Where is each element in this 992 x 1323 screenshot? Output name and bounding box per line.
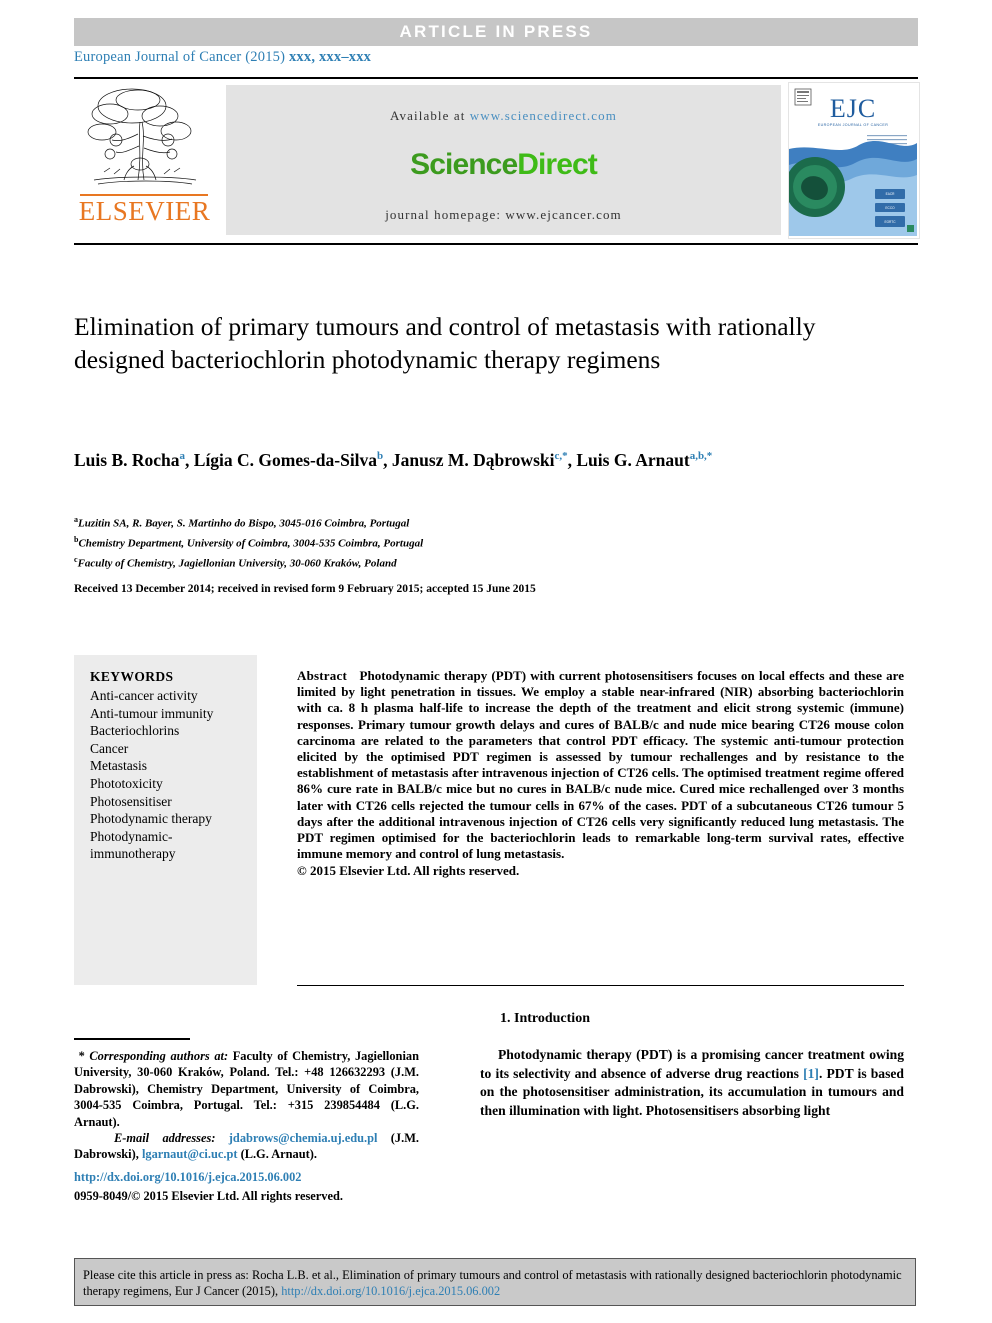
masthead: ELSEVIER Available at www.sciencedirect.…: [74, 82, 920, 239]
sciencedirect-logo: ScienceDirect: [226, 148, 781, 182]
author-affiliation-marks: a,b,*: [689, 450, 713, 463]
email-link-arnaut[interactable]: lgarnaut@ci.uc.pt: [142, 1147, 238, 1161]
page-title: Elimination of primary tumours and contr…: [74, 312, 816, 374]
svg-text:EUROPEAN JOURNAL OF CANCER: EUROPEAN JOURNAL OF CANCER: [818, 123, 888, 127]
affiliation-item: bChemistry Department, University of Coi…: [74, 532, 674, 552]
email-link-dabrowski[interactable]: jdabrows@chemia.uj.edu.pl: [229, 1131, 378, 1145]
svg-text:EACR: EACR: [886, 192, 896, 196]
author-name[interactable]: Janusz M. Dąbrowski: [392, 450, 555, 470]
article-history: Received 13 December 2014; received in r…: [74, 583, 536, 595]
issn-copyright-line: 0959-8049/© 2015 Elsevier Ltd. All right…: [74, 1189, 343, 1203]
email-owner-arnaut: (L.G. Arnaut).: [237, 1147, 317, 1162]
available-at-label: Available at: [390, 108, 466, 123]
keyword-item: Anti-tumour immunity: [90, 705, 214, 721]
section-heading-introduction: 1. Introduction: [500, 1011, 590, 1026]
sciencedirect-logo-direct: Direct: [517, 148, 598, 181]
journal-volume-pages: xxx, xxx–xxx: [288, 49, 372, 65]
sciencedirect-url[interactable]: www.sciencedirect.com: [470, 108, 617, 123]
abstract-body: Photodynamic therapy (PDT) with current …: [297, 668, 904, 862]
keyword-item: Photodynamic-: [90, 828, 173, 844]
svg-text:EJC: EJC: [830, 94, 876, 123]
introduction-paragraph: Photodynamic therapy (PDT) is a promisin…: [480, 1046, 904, 1120]
journal-cover-art: EJC EUROPEAN JOURNAL OF CANCER EACR ECCO…: [789, 83, 917, 236]
keyword-item: Metastasis: [90, 758, 147, 774]
keywords-panel: KEYWORDS Anti-cancer activity Anti-tumou…: [74, 655, 257, 985]
available-at-line: Available at www.sciencedirect.com: [226, 108, 781, 124]
affiliation-item: aLuzitin SA, R. Bayer, S. Martinho do Bi…: [74, 512, 674, 532]
masthead-bottom-rule: [74, 243, 918, 245]
elsevier-wordmark: ELSEVIER: [78, 196, 211, 226]
corresponding-author-footnote: * Corresponding authors at: Faculty of C…: [74, 1048, 419, 1163]
keyword-item: Bacteriochlorins: [90, 723, 180, 739]
article-first-page: ARTICLE IN PRESS European Journal of Can…: [0, 0, 992, 1323]
citation-notice-box: Please cite this article in press as: Ro…: [74, 1258, 916, 1306]
doi-link[interactable]: http://dx.doi.org/10.1016/j.ejca.2015.06…: [74, 1170, 474, 1185]
elsevier-tree-icon: [87, 88, 197, 185]
journal-cover-thumbnail: EJC EUROPEAN JOURNAL OF CANCER EACR ECCO…: [788, 82, 920, 239]
svg-text:EORTC: EORTC: [884, 220, 896, 224]
journal-name: European Journal of Cancer (2015): [74, 49, 286, 65]
citation-notice-text: Please cite this article in press as: Ro…: [83, 1267, 907, 1299]
journal-reference-line: European Journal of Cancer (2015) xxx, x…: [74, 49, 918, 66]
keyword-item: Photodynamic therapy: [90, 811, 212, 827]
affiliation-text: Chemistry Department, University of Coim…: [78, 537, 424, 550]
affiliation-list: aLuzitin SA, R. Bayer, S. Martinho do Bi…: [74, 512, 674, 572]
keywords-heading: KEYWORDS: [90, 669, 174, 684]
keyword-item: Anti-cancer activity: [90, 688, 198, 703]
author-name[interactable]: Lígia C. Gomes-da-Silva: [194, 450, 377, 470]
affiliation-item: cFaculty of Chemistry, Jagiellonian Univ…: [74, 552, 674, 572]
affiliation-text: Luzitin SA, R. Bayer, S. Martinho do Bis…: [78, 517, 410, 530]
abstract-section: Abstract Photodynamic therapy (PDT) with…: [297, 668, 904, 880]
author-affiliation-marks: a: [179, 450, 186, 463]
elsevier-logo: ELSEVIER: [74, 82, 215, 237]
affiliation-text: Faculty of Chemistry, Jagiellonian Unive…: [77, 557, 397, 570]
column-divider: [297, 985, 904, 986]
journal-homepage-url[interactable]: www.ejcancer.com: [505, 207, 621, 222]
author-affiliation-marks: c,*: [554, 450, 568, 463]
citation-reference-1[interactable]: [1]: [803, 1066, 819, 1081]
author-name[interactable]: Luis G. Arnaut: [576, 450, 689, 470]
footnote-rule: [74, 1038, 190, 1040]
citation-notice-doi-link[interactable]: http://dx.doi.org/10.1016/j.ejca.2015.06…: [281, 1284, 500, 1298]
abstract-label: Abstract: [297, 668, 347, 683]
keyword-item: Phototoxicity: [90, 775, 163, 791]
article-in-press-label: ARTICLE IN PRESS: [399, 22, 593, 41]
svg-text:ECCO: ECCO: [885, 206, 895, 210]
masthead-top-rule: [74, 77, 918, 79]
keyword-item: Cancer: [90, 740, 129, 756]
author-list: Luis B. Rochaa, Lígia C. Gomes-da-Silvab…: [74, 450, 713, 470]
author-name[interactable]: Luis B. Rocha: [74, 450, 180, 470]
keyword-item: Photosensitiser: [90, 793, 172, 809]
footnote-star-marker: *: [78, 1049, 85, 1063]
journal-homepage-label: journal homepage:: [385, 207, 502, 222]
author-affiliation-marks: b: [377, 450, 384, 463]
abstract-copyright: © 2015 Elsevier Ltd. All rights reserved…: [297, 863, 520, 879]
sciencedirect-logo-science: Science: [410, 148, 518, 181]
email-addresses-label: E-mail addresses:: [114, 1131, 216, 1146]
corresponding-authors-label: Corresponding authors at:: [89, 1049, 229, 1063]
keyword-item: immunotherapy: [90, 846, 176, 862]
sciencedirect-panel: Available at www.sciencedirect.com Scien…: [226, 85, 781, 235]
article-in-press-banner: ARTICLE IN PRESS: [74, 18, 918, 46]
journal-homepage-line: journal homepage: www.ejcancer.com: [226, 207, 781, 223]
